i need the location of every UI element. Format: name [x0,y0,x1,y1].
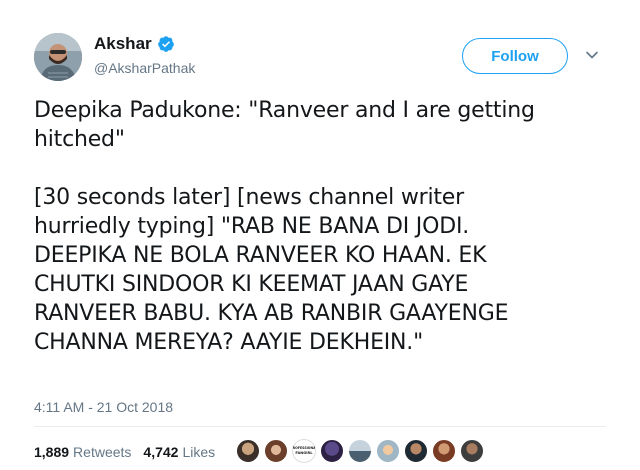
liker-avatar[interactable] [432,439,456,463]
chevron-down-icon[interactable] [585,48,599,62]
likers-avatars: PROFESSIONAL FANGIRL [236,439,488,463]
user-handle[interactable]: @AksharPathak [94,60,195,76]
tweet-paragraph-1: Deepika Padukone: "Ranveer and I are get… [34,98,535,152]
display-name[interactable]: Akshar [94,34,152,54]
svg-text:PROFESSIONAL: PROFESSIONAL [293,446,315,450]
professional-fangirl-badge: PROFESSIONAL FANGIRL [293,446,315,455]
avatar[interactable] [34,33,82,81]
likes-count[interactable]: 4,742 [143,444,178,460]
liker-avatar[interactable] [376,439,400,463]
retweets-label[interactable]: Retweets [73,444,131,460]
liker-avatar[interactable] [320,439,344,463]
verified-badge-icon [157,36,174,52]
likes-label[interactable]: Likes [182,444,215,460]
liker-avatar[interactable] [236,439,260,463]
name-row: Akshar [94,34,175,54]
liker-avatar[interactable] [404,439,428,463]
retweets-count[interactable]: 1,889 [34,444,69,460]
divider [34,426,606,427]
tweet-timestamp[interactable]: 4:11 AM - 21 Oct 2018 [34,399,173,415]
liker-avatar[interactable] [264,439,288,463]
tweet-stats: 1,889 Retweets 4,742 Likes [34,444,227,460]
avatar-photo [34,33,82,81]
follow-button[interactable]: Follow [462,38,568,74]
tweet-header: Akshar @AksharPathak Follow [34,30,614,86]
liker-avatar[interactable]: PROFESSIONAL FANGIRL [292,439,316,463]
liker-avatar[interactable] [460,439,484,463]
tweet-paragraph-2: [30 seconds later] [news channel writer … [34,185,509,355]
liker-avatar[interactable] [348,439,372,463]
svg-text:FANGIRL: FANGIRL [295,451,313,455]
tweet-text: Deepika Padukone: "Ranveer and I are get… [34,96,614,357]
